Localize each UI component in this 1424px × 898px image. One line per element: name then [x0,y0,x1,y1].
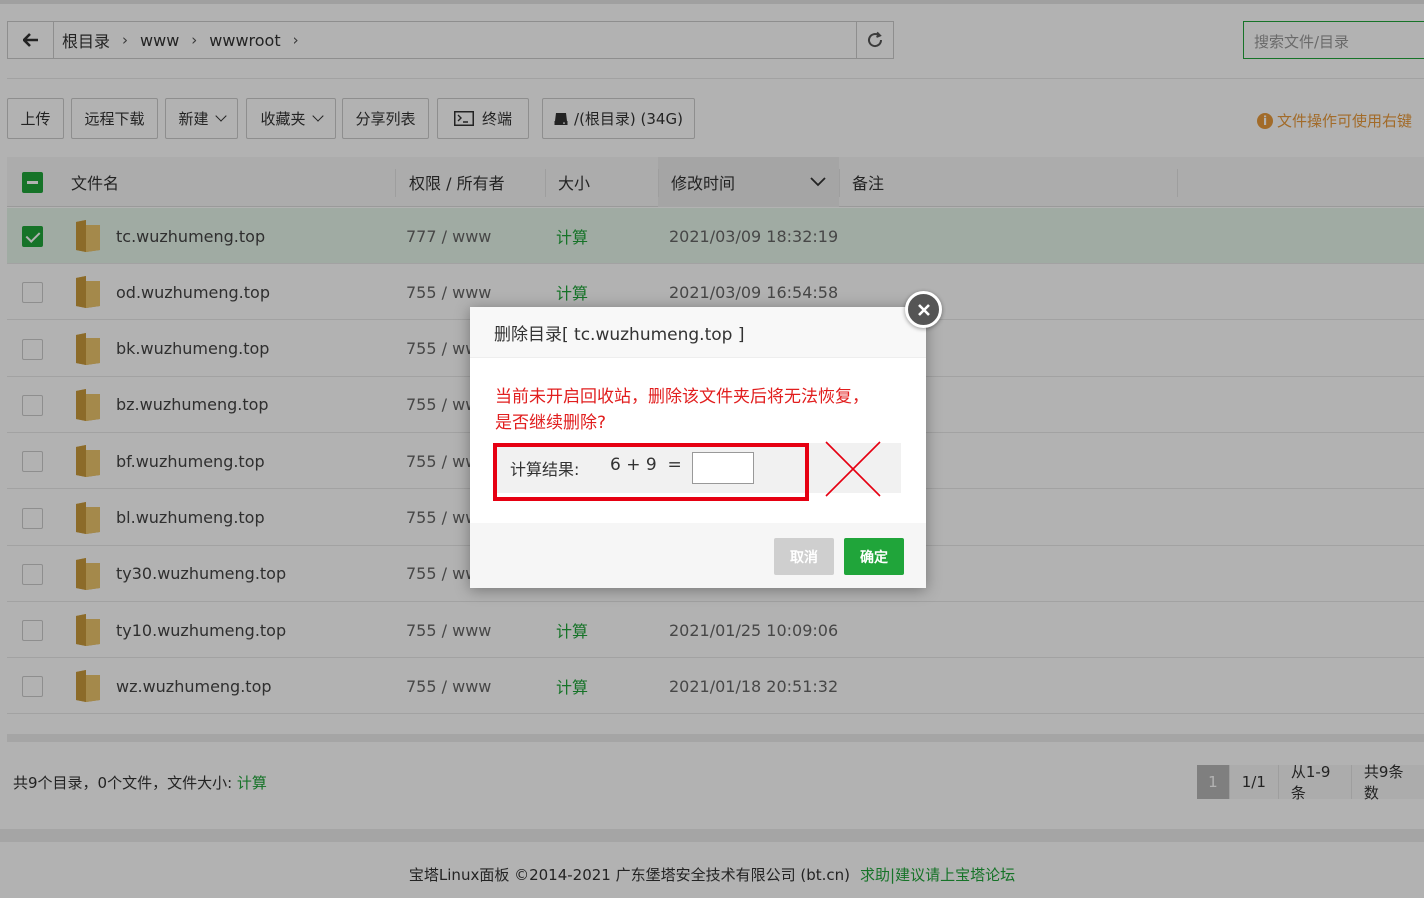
dialog-title: 删除目录[ tc.wuzhumeng.top ] [470,307,926,358]
dialog-warning: 当前未开启回收站，删除该文件夹后将无法恢复，是否继续删除? [495,387,869,433]
red-x-mark-icon [825,441,881,497]
close-icon [917,303,930,316]
cancel-button[interactable]: 取消 [774,538,834,575]
dialog-close-button[interactable] [905,291,942,328]
captcha-expression: 6 + 9 = [610,455,682,475]
delete-dialog: 删除目录[ tc.wuzhumeng.top ] 当前未开启回收站，删除该文件夹… [470,307,926,588]
captcha-answer-input[interactable] [692,452,754,484]
confirm-button[interactable]: 确定 [844,538,904,575]
captcha-label: 计算结果: [510,460,580,479]
